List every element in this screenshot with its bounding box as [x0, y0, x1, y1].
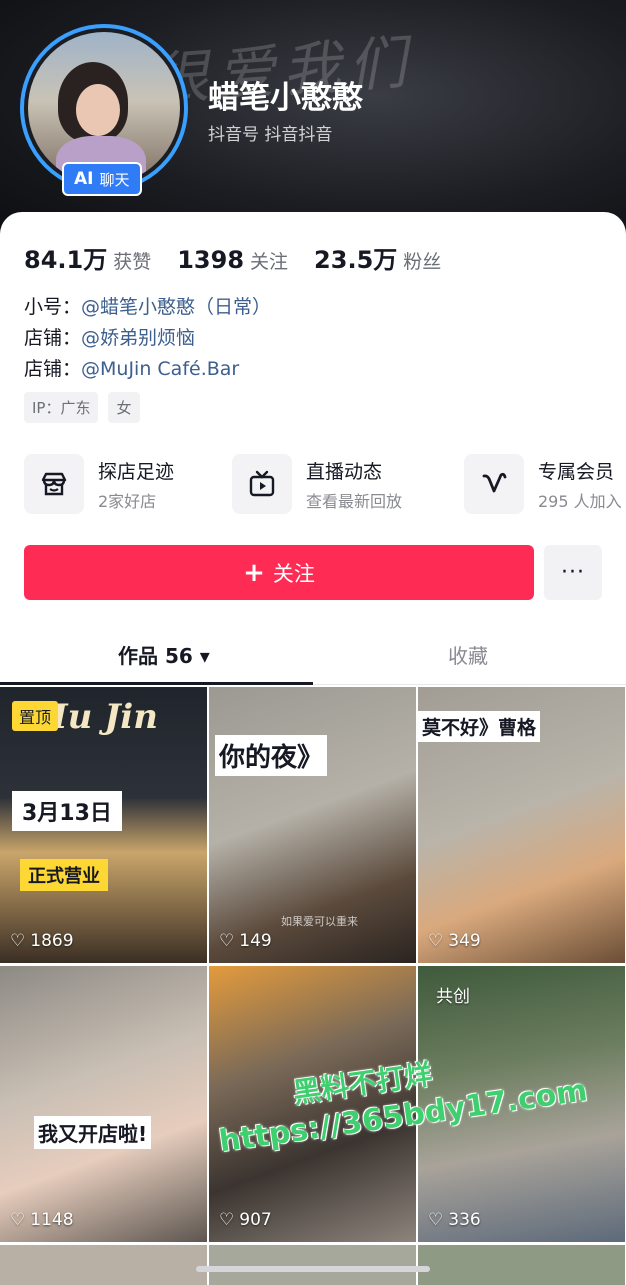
- feature-shop-visits[interactable]: 探店足迹 2家好店: [24, 454, 174, 514]
- tv-icon: [232, 454, 292, 514]
- stat-number: 23.5万: [314, 246, 398, 274]
- follow-label: 关注: [272, 561, 315, 586]
- content-tabs: 作品 56 ▾ 收藏: [0, 630, 626, 686]
- video-thumbnail[interactable]: 莫不好》曹格 ♡ 349: [418, 687, 625, 963]
- like-number: 336: [448, 1210, 481, 1230]
- heart-icon: ♡: [219, 931, 235, 951]
- bio-line: 店铺：@MuJin Café.Bar: [24, 354, 271, 385]
- profile-bio: 小号：@蜡笔小憨憨（日常） 店铺：@娇弟别烦恼 店铺：@MuJin Café.B…: [24, 292, 271, 385]
- caret-down-icon: ▾: [199, 644, 210, 668]
- profile-stats: 84.1万 获赞 1398 关注 23.5万 粉丝: [24, 240, 441, 275]
- more-options-button[interactable]: ···: [544, 545, 602, 600]
- stat-label: 获赞: [113, 251, 152, 273]
- feature-membership[interactable]: 专属会员 295 人加入: [464, 454, 622, 514]
- like-count: ♡ 1869: [10, 931, 74, 951]
- stat-label: 粉丝: [403, 251, 442, 273]
- like-number: 349: [448, 931, 481, 951]
- like-count: ♡ 349: [428, 931, 481, 951]
- stat-followers[interactable]: 23.5万 粉丝: [314, 240, 441, 275]
- heart-icon: ♡: [428, 1210, 444, 1230]
- tab-works[interactable]: 作品 56 ▾: [118, 640, 210, 669]
- more-icon: ···: [561, 560, 585, 585]
- tab-favorites[interactable]: 收藏: [448, 640, 488, 669]
- stat-following[interactable]: 1398 关注: [177, 246, 288, 274]
- heart-icon: ♡: [10, 931, 26, 951]
- douyin-id[interactable]: 抖音号 抖音抖音: [208, 120, 332, 145]
- video-caption: 正式营业: [20, 859, 108, 891]
- stat-number: 1398: [177, 246, 245, 274]
- like-count: ♡ 907: [219, 1210, 272, 1230]
- member-v-icon: [464, 454, 524, 514]
- video-caption: 我又开店啦!: [34, 1116, 152, 1149]
- feature-row: 探店足迹 2家好店 直播动态 查看最新回放 专属会员 295 人加入: [24, 454, 626, 516]
- heart-icon: ♡: [428, 931, 444, 951]
- video-caption: 莫不好》曹格: [418, 711, 541, 742]
- feature-title: 专属会员: [538, 460, 615, 483]
- gender-tag: 女: [108, 392, 140, 423]
- follow-button[interactable]: + 关注: [24, 545, 534, 600]
- feature-subtitle: 295 人加入: [538, 491, 622, 511]
- profile-nickname: 蜡笔小憨憨: [208, 80, 363, 116]
- stat-likes[interactable]: 84.1万 获赞: [24, 240, 151, 275]
- active-tab-indicator: [0, 682, 313, 685]
- feature-subtitle: 查看最新回放: [306, 491, 403, 511]
- bio-handle-link[interactable]: @蜡笔小憨憨（日常）: [81, 296, 271, 318]
- profile-banner: 很爱我们 AI 聊天 蜡笔小憨憨 抖音号 抖音抖音: [0, 0, 626, 240]
- bio-line: 店铺：@娇弟别烦恼: [24, 323, 271, 354]
- shop-icon: [24, 454, 84, 514]
- bio-handle-link[interactable]: @娇弟别烦恼: [81, 327, 195, 349]
- video-thumbnail[interactable]: 我又开店啦! ♡ 1148: [0, 966, 207, 1242]
- plus-icon: +: [243, 557, 265, 588]
- stat-label: 关注: [250, 251, 289, 273]
- like-count: ♡ 336: [428, 1210, 481, 1230]
- feature-live[interactable]: 直播动态 查看最新回放: [232, 454, 402, 514]
- video-caption: 3月13日: [12, 791, 122, 831]
- feature-title: 直播动态: [306, 460, 383, 483]
- video-thumbnail[interactable]: [0, 1245, 207, 1285]
- video-thumbnail[interactable]: [418, 1245, 625, 1285]
- profile-tags: IP：广东 女: [24, 392, 140, 423]
- like-number: 149: [239, 931, 272, 951]
- ip-tag: IP：广东: [24, 392, 99, 423]
- collab-badge: 共创: [436, 987, 470, 1007]
- heart-icon: ♡: [219, 1210, 235, 1230]
- video-thumbnail[interactable]: 你的夜》 如果爱可以重来 ♡ 149: [209, 687, 416, 963]
- feature-subtitle: 2家好店: [98, 491, 157, 511]
- ai-chat-badge[interactable]: AI 聊天: [62, 162, 142, 196]
- video-thumbnail[interactable]: [209, 1245, 416, 1285]
- video-thumbnail[interactable]: Mu Jin 3月13日 正式营业 置顶 ♡ 1869: [0, 687, 207, 963]
- heart-icon: ♡: [10, 1210, 26, 1230]
- bio-prefix: 小号：: [24, 296, 82, 318]
- like-number: 1869: [30, 931, 74, 951]
- like-number: 907: [239, 1210, 272, 1230]
- stat-number: 84.1万: [24, 246, 108, 274]
- bio-line: 小号：@蜡笔小憨憨（日常）: [24, 292, 271, 323]
- ai-label: AI: [74, 169, 94, 189]
- bio-prefix: 店铺：: [24, 358, 82, 380]
- like-number: 1148: [30, 1210, 74, 1230]
- bio-prefix: 店铺：: [24, 327, 82, 349]
- feature-title: 探店足迹: [98, 460, 175, 483]
- video-caption: 如果爱可以重来: [281, 915, 358, 928]
- home-indicator: [196, 1266, 430, 1272]
- like-count: ♡ 1148: [10, 1210, 74, 1230]
- tab-works-label: 作品 56: [118, 644, 193, 668]
- pinned-badge: 置顶: [12, 701, 59, 731]
- video-caption: 你的夜》: [215, 735, 328, 776]
- ai-chat-label: 聊天: [99, 170, 130, 189]
- bio-handle-link[interactable]: @MuJin Café.Bar: [81, 358, 239, 380]
- like-count: ♡ 149: [219, 931, 272, 951]
